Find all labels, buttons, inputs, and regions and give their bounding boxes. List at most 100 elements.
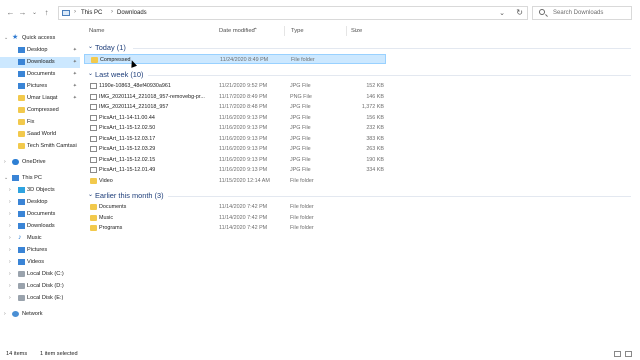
chevron-right-icon[interactable]: › — [9, 281, 11, 292]
nav-item-compressed[interactable]: Compressed — [0, 105, 80, 116]
search-input[interactable]: Search Downloads — [553, 10, 603, 16]
file-list-pane: Name ⌃ Date modified Type Size ⌄ Today (… — [84, 24, 640, 346]
file-name: PicsArt_11-15-12.01.49 — [99, 167, 156, 173]
breadcrumb-this-pc[interactable]: This PC — [81, 10, 102, 16]
file-date: 11/14/2020 7:42 PM — [219, 225, 268, 231]
chevron-right-icon[interactable]: › — [9, 197, 11, 208]
nav-item-network[interactable]: › Network — [0, 309, 80, 320]
nav-item-documents-pc[interactable]: › Documents — [0, 209, 80, 220]
chevron-right-icon[interactable]: › — [9, 185, 11, 196]
nav-item-local-disk-e[interactable]: › Local Disk (E:) — [0, 293, 80, 304]
column-header-name[interactable]: Name — [89, 28, 104, 34]
file-row[interactable]: PicsArt_11-15-12.03.29 11/16/2020 9:13 P… — [84, 144, 386, 154]
group-title: Earlier this month (3) — [95, 191, 164, 200]
chevron-right-icon[interactable]: › — [4, 309, 6, 320]
nav-item-downloads-pc[interactable]: › Downloads — [0, 221, 80, 232]
item-count: 14 items — [6, 351, 28, 357]
back-button[interactable]: ← — [6, 8, 15, 18]
file-row-video[interactable]: Video 11/15/2020 12:14 AM File folder — [84, 176, 386, 186]
nav-item-label: Desktop — [27, 47, 48, 53]
group-header-last-week[interactable]: ⌄ Last week (10) — [88, 68, 633, 80]
column-divider[interactable] — [284, 26, 285, 36]
search-box[interactable]: Search Downloads — [532, 6, 632, 20]
file-date: 11/16/2020 9:13 PM — [219, 135, 268, 142]
chevron-right-icon[interactable]: › — [9, 209, 11, 220]
image-file-icon — [90, 135, 97, 142]
address-box[interactable]: › This PC › Downloads ⌄ ↻ — [58, 6, 528, 20]
details-view-icon[interactable] — [614, 351, 621, 357]
column-header-date[interactable]: Date modified — [219, 28, 255, 34]
nav-item-quick-access[interactable]: ⌄ ★ Quick access — [0, 33, 80, 44]
group-header-today[interactable]: ⌄ Today (1) — [88, 41, 633, 53]
nav-item-local-disk-c[interactable]: › Local Disk (C:) — [0, 269, 80, 280]
chevron-right-icon[interactable]: › — [9, 245, 11, 256]
file-row[interactable]: PicsArt_11-15-12.03.17 11/16/2020 9:13 P… — [84, 134, 386, 144]
file-row[interactable]: IMG_20201114_221018_957 11/17/2020 8:48 … — [84, 102, 386, 112]
file-type: File folder — [290, 225, 314, 231]
nav-item-onedrive[interactable]: › OneDrive — [0, 157, 80, 168]
nav-item-desktop-pc[interactable]: › Desktop — [0, 197, 80, 208]
nav-item-label: Downloads — [27, 59, 55, 65]
nav-item-desktop[interactable]: Desktop ✦ — [0, 45, 80, 56]
image-file-icon — [90, 146, 97, 152]
nav-item-label: Downloads — [27, 223, 55, 229]
nav-item-music[interactable]: › ♪ Music — [0, 233, 80, 244]
folder-icon — [18, 119, 25, 125]
nav-item-local-disk-d[interactable]: › Local Disk (D:) — [0, 281, 80, 292]
chevron-down-icon[interactable]: ⌄ — [4, 173, 8, 184]
breadcrumb-separator-icon: › — [74, 9, 76, 15]
nav-item-umar-liaqat[interactable]: Umar Liaqat ✦ — [0, 93, 80, 104]
nav-item-3d-objects[interactable]: › 3D Objects — [0, 185, 80, 196]
large-icons-view-icon[interactable] — [625, 351, 632, 357]
up-button[interactable]: ↑ — [42, 8, 51, 18]
file-row[interactable]: PicsArt_11-15-12.01.49 11/16/2020 9:13 P… — [84, 165, 386, 175]
recent-locations-button[interactable]: ⌄ — [30, 8, 39, 18]
file-row[interactable]: IMG_20201114_221018_957-removebg-pr... 1… — [84, 92, 386, 102]
folder-icon — [90, 214, 97, 221]
nav-item-pictures[interactable]: Pictures ✦ — [0, 81, 80, 92]
arrow-right-icon: → — [18, 8, 27, 17]
address-dropdown-icon[interactable]: ⌄ — [499, 9, 505, 17]
nav-item-downloads[interactable]: Downloads ✦ — [0, 57, 80, 68]
file-row-music[interactable]: Music 11/14/2020 7:42 PM File folder — [84, 213, 386, 223]
file-row[interactable]: 1190e-10863_48ef40930a961 11/21/2020 9:5… — [84, 81, 386, 91]
nav-item-saad-world[interactable]: Saad World — [0, 129, 80, 140]
file-row[interactable]: PicsArt_11-14-11.00.44 11/16/2020 9:13 P… — [84, 113, 386, 123]
arrow-up-icon: ↑ — [44, 8, 49, 17]
file-row-programs[interactable]: Programs 11/14/2020 7:42 PM File folder — [84, 223, 386, 233]
chevron-right-icon[interactable]: › — [9, 293, 11, 304]
column-header-size[interactable]: Size — [351, 28, 362, 34]
refresh-icon[interactable]: ↻ — [516, 8, 523, 17]
group-header-earlier-this-month[interactable]: ⌄ Earlier this month (3) — [88, 189, 633, 201]
chevron-right-icon[interactable]: › — [9, 269, 11, 280]
chevron-right-icon[interactable]: › — [9, 257, 11, 268]
file-name: IMG_20201114_221018_957 — [99, 104, 169, 110]
search-icon — [539, 9, 545, 15]
chevron-right-icon[interactable]: › — [9, 221, 11, 232]
arrow-left-icon: ← — [6, 8, 15, 17]
column-divider[interactable] — [346, 26, 347, 36]
file-row[interactable]: PicsArt_11-15-12.02.15 11/16/2020 9:13 P… — [84, 155, 386, 165]
chevron-right-icon[interactable]: › — [9, 233, 11, 244]
forward-button[interactable]: → — [18, 8, 27, 18]
nav-item-fix[interactable]: Fix — [0, 117, 80, 128]
file-name: PicsArt_11-15-12.03.29 — [99, 146, 156, 152]
chevron-down-icon[interactable]: ⌄ — [4, 33, 8, 44]
image-file-icon — [90, 93, 97, 100]
image-file-icon — [90, 125, 97, 131]
nav-item-videos[interactable]: › Videos — [0, 257, 80, 268]
file-type: JPG File — [290, 114, 311, 121]
folder-icon — [18, 107, 25, 113]
file-row-documents[interactable]: Documents 11/14/2020 7:42 PM File folder — [84, 202, 386, 212]
nav-item-documents[interactable]: Documents ✦ — [0, 69, 80, 80]
file-date: 11/14/2020 7:42 PM — [219, 214, 268, 221]
file-row[interactable]: PicsArt_11-15-12.02.50 11/16/2020 9:13 P… — [84, 123, 386, 133]
nav-item-this-pc[interactable]: ⌄ This PC — [0, 173, 80, 184]
chevron-right-icon[interactable]: › — [4, 157, 6, 168]
nav-item-pictures-pc[interactable]: › Pictures — [0, 245, 80, 256]
column-header-type[interactable]: Type — [291, 28, 304, 34]
file-name: IMG_20201114_221018_957-removebg-pr... — [99, 93, 205, 100]
nav-item-tech-smith-camtasia[interactable]: Tech Smith Camtasi — [0, 141, 80, 152]
network-icon — [12, 311, 19, 317]
breadcrumb-downloads[interactable]: Downloads — [117, 10, 147, 16]
